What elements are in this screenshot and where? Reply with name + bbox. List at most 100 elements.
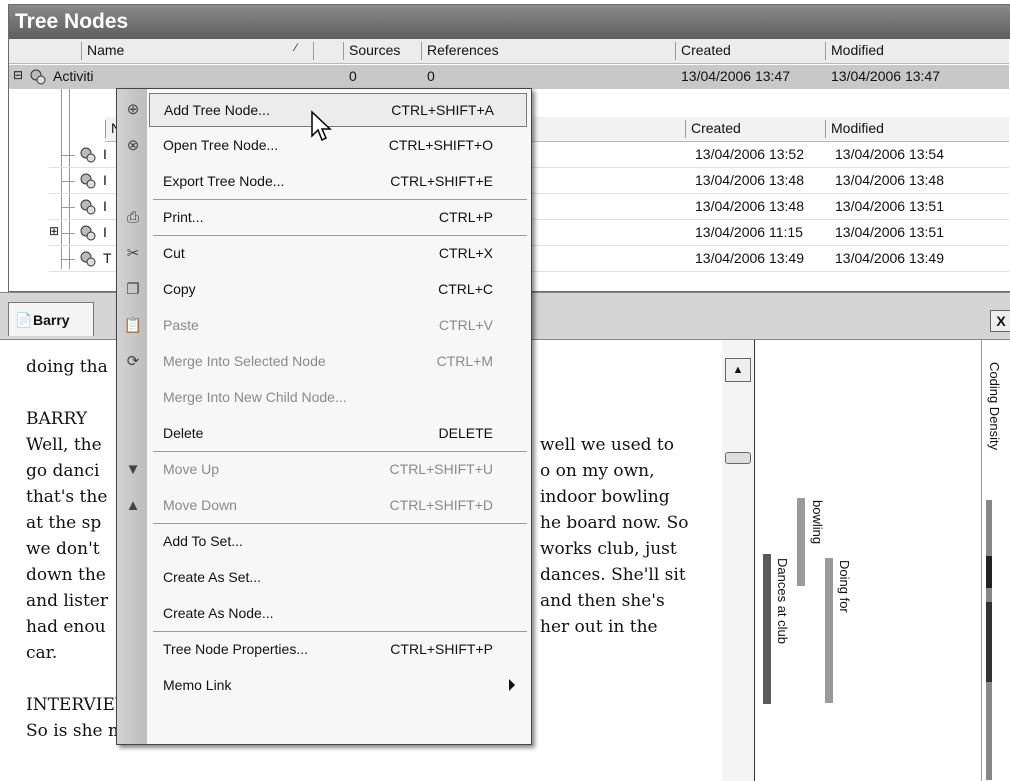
menu-item-merge-into-new-child-node[interactable]: Merge Into New Child Node...	[117, 381, 529, 415]
child-node-modified: 13/04/2006 13:48	[835, 172, 944, 188]
menu-item-move-down[interactable]: Move Down CTRL+SHIFT+D	[117, 489, 529, 523]
column-modified-child[interactable]: Modified	[831, 120, 884, 136]
menu-item-label: Print...	[163, 209, 204, 225]
document-line: and lister	[26, 591, 108, 611]
stripe-label-doing-for: Doing for	[837, 560, 852, 613]
tree-node-icon	[80, 199, 96, 215]
menu-item-copy[interactable]: Copy CTRL+C	[117, 273, 529, 307]
document-line: had enou	[26, 617, 106, 637]
tree-connector	[61, 155, 75, 156]
menu-separator	[153, 451, 527, 452]
child-node-name: I	[103, 146, 107, 162]
child-node-created: 13/04/2006 13:52	[695, 146, 804, 162]
menu-item-shortcut: CTRL+SHIFT+A	[391, 102, 494, 118]
menu-item-move-up[interactable]: Move Up CTRL+SHIFT+U	[117, 453, 529, 487]
tree-connector	[61, 259, 75, 260]
menu-item-label: Create As Set...	[163, 569, 262, 585]
menu-item-shortcut: CTRL+SHIFT+O	[388, 137, 493, 153]
menu-item-shortcut: DELETE	[438, 425, 493, 441]
menu-item-label: Open Tree Node...	[163, 137, 279, 153]
tree-node-icon	[80, 173, 96, 189]
add-node-icon: ⊕	[126, 101, 140, 118]
document-line: go danci	[26, 461, 100, 481]
document-line: car.	[26, 643, 58, 663]
copy-icon: ❐	[126, 281, 140, 298]
scroll-thumb[interactable]	[725, 452, 751, 464]
menu-item-export-tree-node[interactable]: Export Tree Node... CTRL+SHIFT+E	[117, 165, 529, 199]
column-references[interactable]: References	[427, 42, 499, 58]
menu-item-paste[interactable]: Paste CTRL+V	[117, 309, 529, 343]
mouse-cursor-icon	[311, 110, 332, 142]
menu-item-delete[interactable]: Delete DELETE	[117, 417, 529, 451]
menu-item-add-tree-node[interactable]: Add Tree Node... CTRL+SHIFT+A	[149, 93, 527, 127]
node-sources: 0	[349, 68, 357, 84]
density-bar-dark	[986, 602, 992, 682]
menu-item-label: Move Up	[163, 461, 220, 477]
scissors-icon: ✂	[126, 245, 140, 262]
column-created-child[interactable]: Created	[691, 120, 741, 136]
move-up-icon: ▼	[125, 461, 141, 478]
menu-item-label: Merge Into Selected Node	[163, 353, 326, 369]
menu-item-shortcut: CTRL+V	[438, 317, 493, 333]
menu-item-label: Move Down	[163, 497, 237, 513]
document-line-right: o on my own,	[540, 461, 655, 481]
expand-icon[interactable]: ⊞	[49, 224, 59, 238]
document-line-right: well we used to	[540, 435, 674, 455]
tree-node-icon	[80, 251, 96, 267]
menu-item-shortcut: CTRL+M	[436, 353, 493, 369]
menu-item-label: Delete	[163, 425, 204, 441]
menu-item-label: Tree Node Properties...	[163, 641, 308, 657]
menu-item-shortcut: CTRL+SHIFT+P	[390, 641, 493, 657]
context-menu: Add Tree Node... CTRL+SHIFT+A ⊕ Open Tree N…	[116, 88, 532, 745]
coding-stripe-doing-for[interactable]	[825, 558, 833, 703]
menu-item-print[interactable]: Print... CTRL+P	[117, 201, 529, 235]
menu-separator	[153, 199, 527, 200]
vertical-scrollbar[interactable]: ▲	[722, 340, 755, 781]
menu-item-shortcut: CTRL+SHIFT+E	[390, 173, 493, 189]
document-line: we don't	[26, 539, 100, 559]
document-line-right: her out in the	[540, 617, 658, 637]
menu-item-merge-into-selected-node[interactable]: Merge Into Selected Node CTRL+M	[117, 345, 529, 379]
stripe-label-dances-at-club: Dances at club	[775, 558, 790, 644]
menu-separator	[153, 523, 527, 524]
child-node-name: I	[103, 198, 107, 214]
menu-item-tree-node-properties[interactable]: Tree Node Properties... CTRL+SHIFT+P	[117, 633, 529, 667]
column-name[interactable]: Name	[87, 42, 124, 58]
menu-separator	[153, 235, 527, 236]
child-node-created: 13/04/2006 11:15	[695, 224, 803, 240]
document-line: down the	[26, 565, 106, 585]
menu-item-memo-link[interactable]: Memo Link	[117, 669, 529, 703]
menu-item-add-to-set[interactable]: Add To Set...	[117, 525, 529, 559]
document-line-right: and then she's	[540, 591, 665, 611]
menu-item-create-as-node[interactable]: Create As Node...	[117, 597, 529, 631]
coding-density-panel: Coding Density bowling Dances at club Do…	[755, 340, 1010, 781]
tree-node-icon	[80, 147, 96, 163]
open-node-icon: ⊗	[126, 137, 140, 154]
column-modified[interactable]: Modified	[831, 42, 884, 58]
document-line: BARRY	[26, 409, 88, 429]
tree-row-activities[interactable]: ⊟ Activiti 0 0 13/04/2006 13:47 13/04/20…	[9, 65, 1009, 89]
child-node-created: 13/04/2006 13:48	[695, 198, 804, 214]
tree-connector	[61, 207, 75, 208]
stripe-label-bowling: bowling	[810, 500, 825, 545]
close-icon[interactable]: X	[990, 310, 1010, 332]
node-references: 0	[427, 68, 435, 84]
child-node-name: I	[103, 172, 107, 188]
menu-item-cut[interactable]: Cut CTRL+X	[117, 237, 529, 271]
column-sources[interactable]: Sources	[349, 42, 400, 58]
coding-stripe-bowling[interactable]	[797, 498, 805, 586]
document-icon: 📄	[15, 312, 33, 328]
column-created[interactable]: Created	[681, 42, 731, 58]
menu-item-create-as-set[interactable]: Create As Set...	[117, 561, 529, 595]
document-tab-barry[interactable]: 📄 Barry	[8, 302, 94, 336]
menu-item-shortcut: CTRL+SHIFT+U	[389, 461, 493, 477]
scroll-up-icon[interactable]: ▲	[725, 358, 751, 382]
collapse-icon[interactable]: ⊟	[13, 68, 23, 82]
coding-density-title: Coding Density	[987, 362, 1002, 451]
density-divider	[981, 340, 982, 781]
coding-stripe-dances-at-club[interactable]	[763, 554, 771, 704]
document-line-right: works club, just	[540, 539, 677, 559]
child-node-name: I	[103, 224, 107, 240]
document-line: at the sp	[26, 513, 102, 533]
move-down-icon: ▲	[125, 497, 141, 514]
